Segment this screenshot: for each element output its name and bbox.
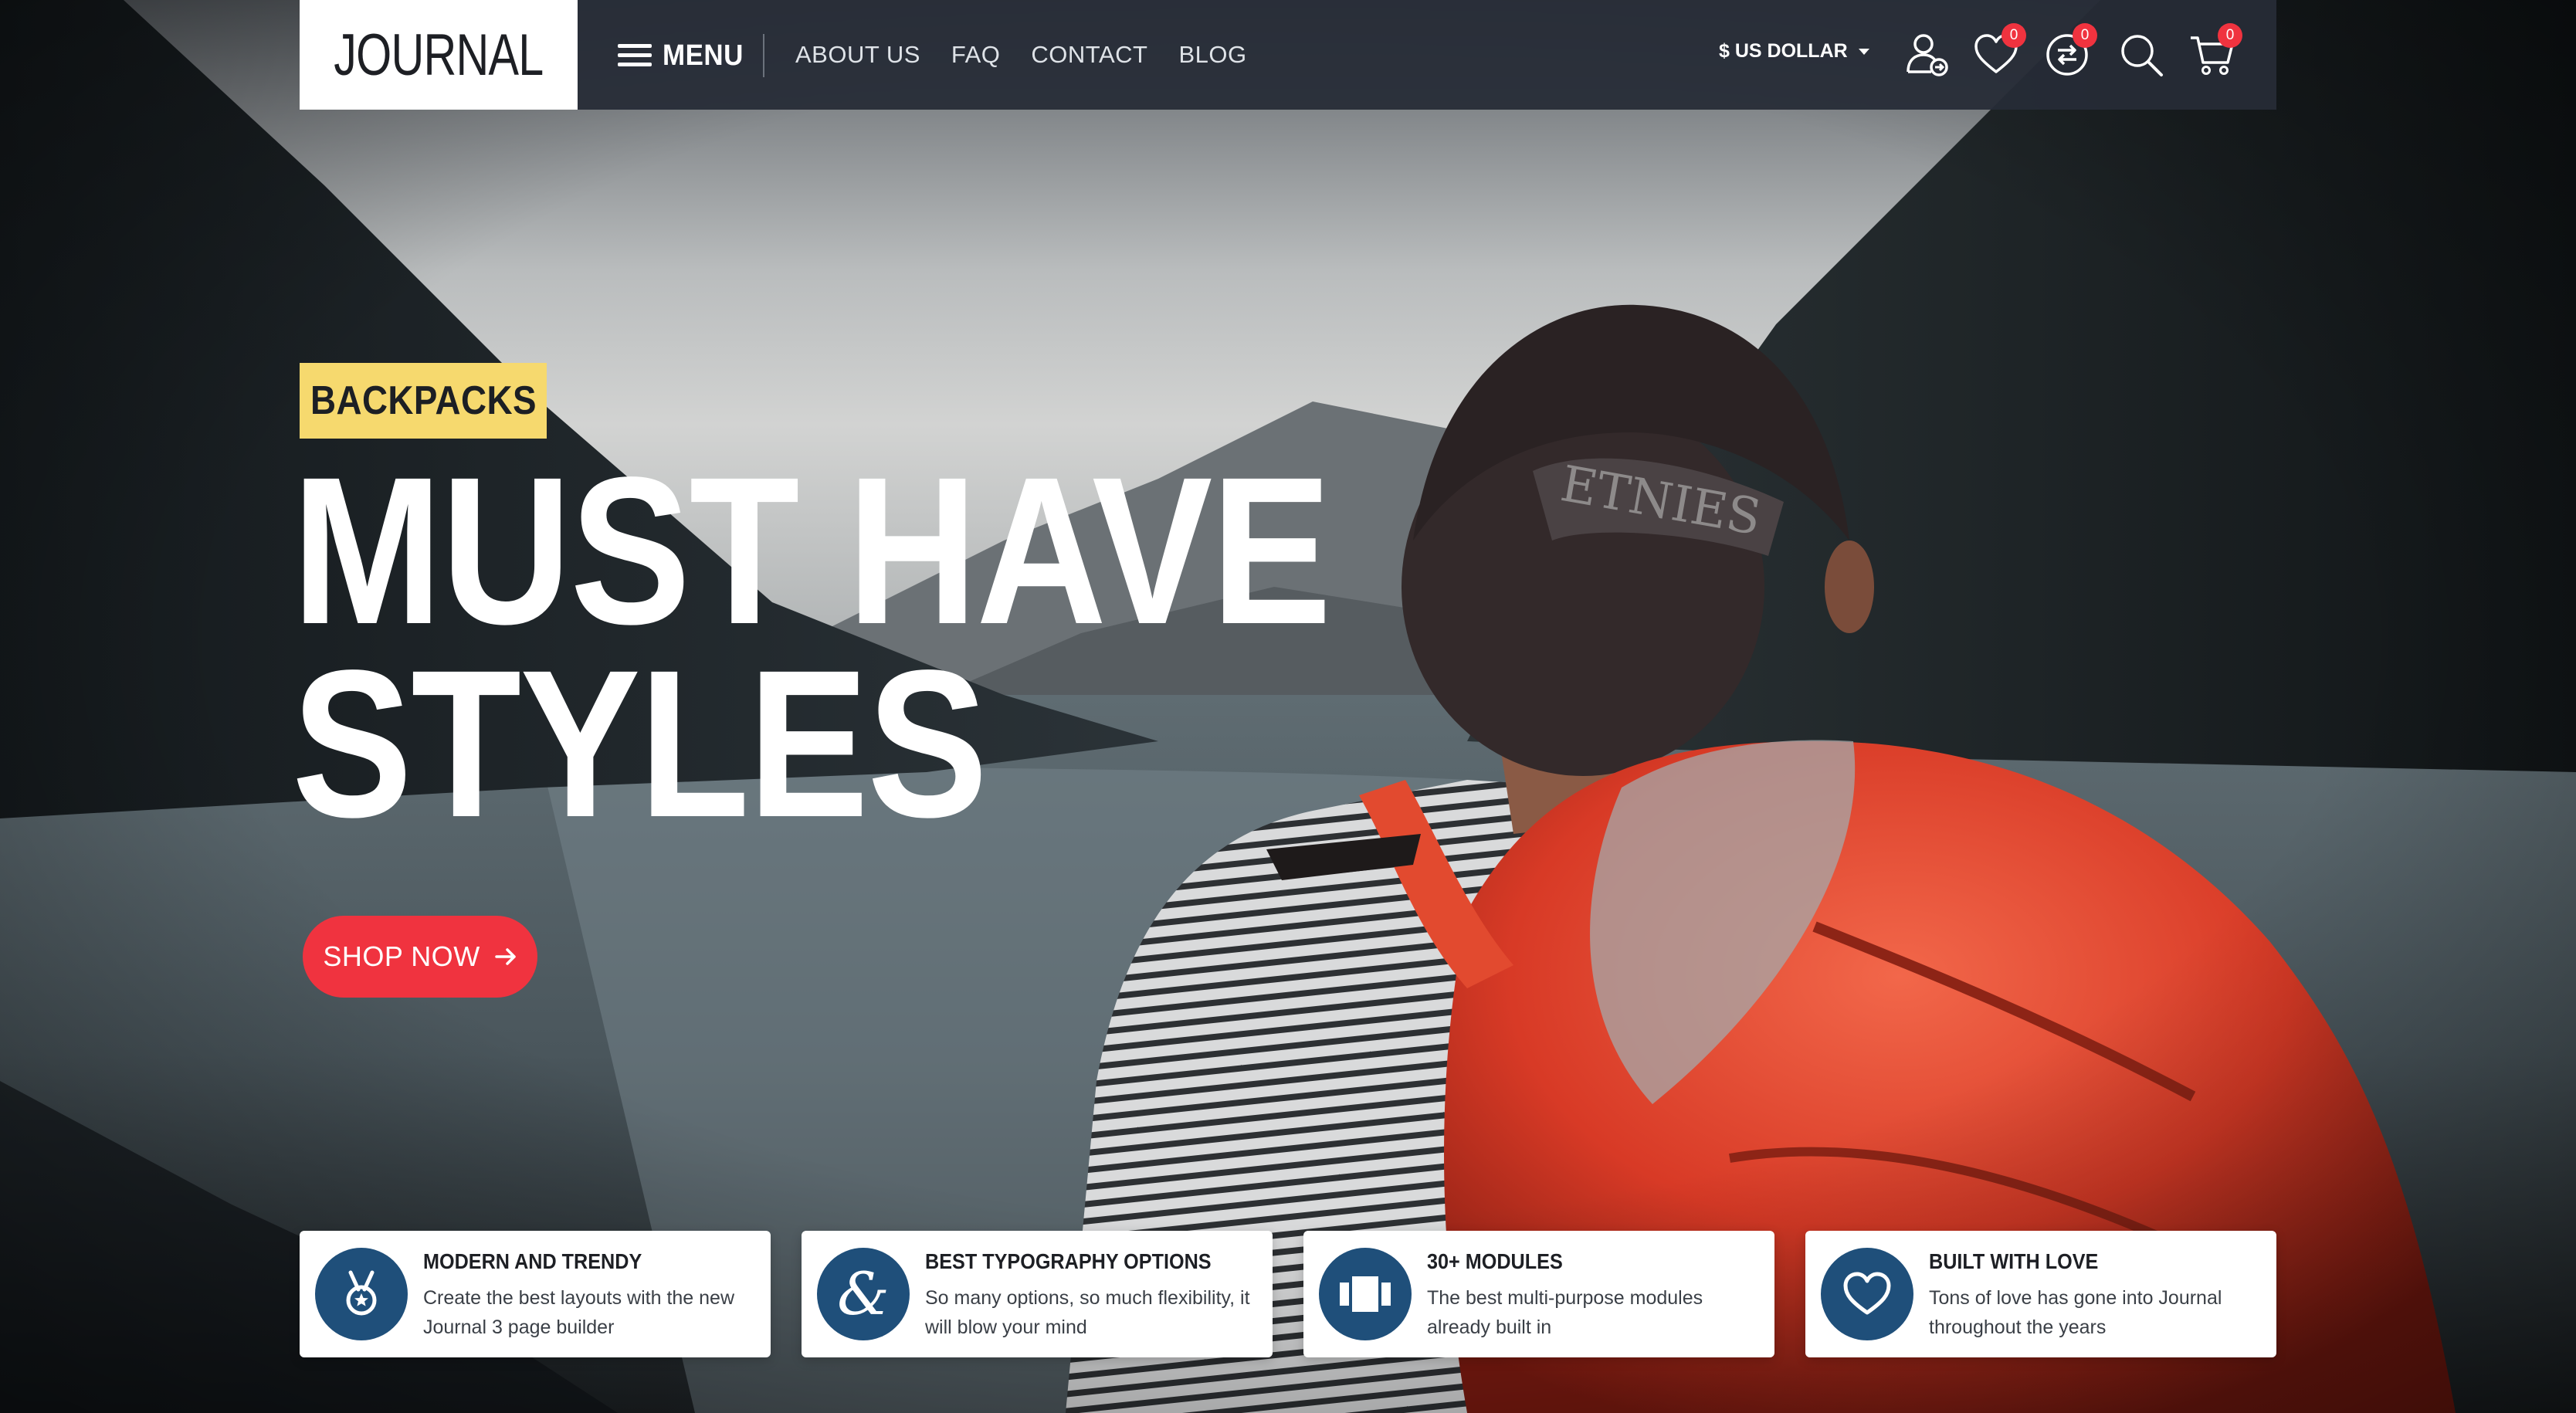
feature-title: 30+ MODULES xyxy=(1427,1249,1563,1273)
headline-line-1: MUST HAVE xyxy=(292,433,1331,668)
category-tag-label: BACKPACKS xyxy=(310,378,537,423)
caret-down-icon xyxy=(1858,48,1869,55)
feature-title: BEST TYPOGRAPHY OPTIONS xyxy=(925,1249,1212,1273)
feature-icon-circle xyxy=(315,1248,408,1340)
compare-count-badge: 0 xyxy=(2073,23,2097,48)
category-tag[interactable]: BACKPACKS xyxy=(300,363,547,439)
feature-card[interactable]: 30+ MODULES The best multi-purpose modul… xyxy=(1303,1231,1774,1357)
feature-description: So many options, so much flexibility, it… xyxy=(925,1287,1250,1338)
ampersand-icon: & xyxy=(837,1259,890,1328)
currency-selector[interactable]: $ US DOLLAR xyxy=(1719,40,1869,63)
headline-line-2: STYLES xyxy=(292,626,988,861)
menu-divider xyxy=(763,34,764,77)
top-nav: ABOUT US FAQ CONTACT BLOG xyxy=(795,36,1247,74)
feature-description: Create the best layouts with the new Jou… xyxy=(423,1287,735,1338)
cart-count-badge: 0 xyxy=(2218,23,2242,48)
hero-headline: MUST HAVE STYLES xyxy=(292,433,1331,861)
site-header: JOURNAL MENU ABOUT US FAQ CONTACT BLOG $… xyxy=(300,0,2276,110)
nav-blog[interactable]: BLOG xyxy=(1178,41,1246,69)
shop-now-label: SHOP NOW xyxy=(323,940,480,972)
feature-description: The best multi-purpose modules already b… xyxy=(1427,1287,1703,1338)
account-button[interactable] xyxy=(1901,29,1952,80)
feature-title: BUILT WITH LOVE xyxy=(1929,1249,2099,1273)
logo-text: JOURNAL xyxy=(334,22,544,88)
account-icon xyxy=(1907,34,1948,76)
heart-icon xyxy=(1843,1272,1891,1315)
nav-faq[interactable]: FAQ xyxy=(951,41,1001,69)
feature-card[interactable]: BUILT WITH LOVE Tons of love has gone in… xyxy=(1805,1231,2276,1357)
feature-card[interactable]: MODERN AND TRENDY Create the best layout… xyxy=(300,1231,771,1357)
shop-now-button[interactable]: SHOP NOW xyxy=(303,916,537,998)
medal-icon xyxy=(346,1270,377,1316)
search-button[interactable] xyxy=(2116,29,2167,80)
feature-icon-circle: & xyxy=(817,1248,910,1340)
menu-label: MENU xyxy=(663,39,744,72)
feature-card[interactable]: & BEST TYPOGRAPHY OPTIONS So many option… xyxy=(802,1231,1273,1357)
arrow-right-icon xyxy=(494,948,516,965)
feature-icon-circle xyxy=(1319,1248,1412,1340)
nav-contact[interactable]: CONTACT xyxy=(1031,41,1147,69)
feature-description: Tons of love has gone into Journal throu… xyxy=(1929,1287,2222,1338)
modules-icon xyxy=(1340,1276,1391,1312)
cart-button[interactable]: 0 xyxy=(2187,23,2242,80)
nav-about-us[interactable]: ABOUT US xyxy=(795,41,920,69)
menu-button[interactable]: MENU xyxy=(618,34,751,77)
hamburger-icon xyxy=(618,42,652,69)
wishlist-button[interactable]: 0 xyxy=(1971,23,2026,80)
search-icon xyxy=(2121,35,2163,76)
feature-title: MODERN AND TRENDY xyxy=(423,1249,642,1273)
features-row: MODERN AND TRENDY Create the best layout… xyxy=(300,1231,2276,1357)
wishlist-count-badge: 0 xyxy=(2001,23,2026,48)
compare-button[interactable]: 0 xyxy=(2042,23,2097,80)
currency-label: $ US DOLLAR xyxy=(1719,40,1848,62)
feature-icon-circle xyxy=(1821,1248,1913,1340)
site-logo[interactable]: JOURNAL xyxy=(300,0,578,110)
